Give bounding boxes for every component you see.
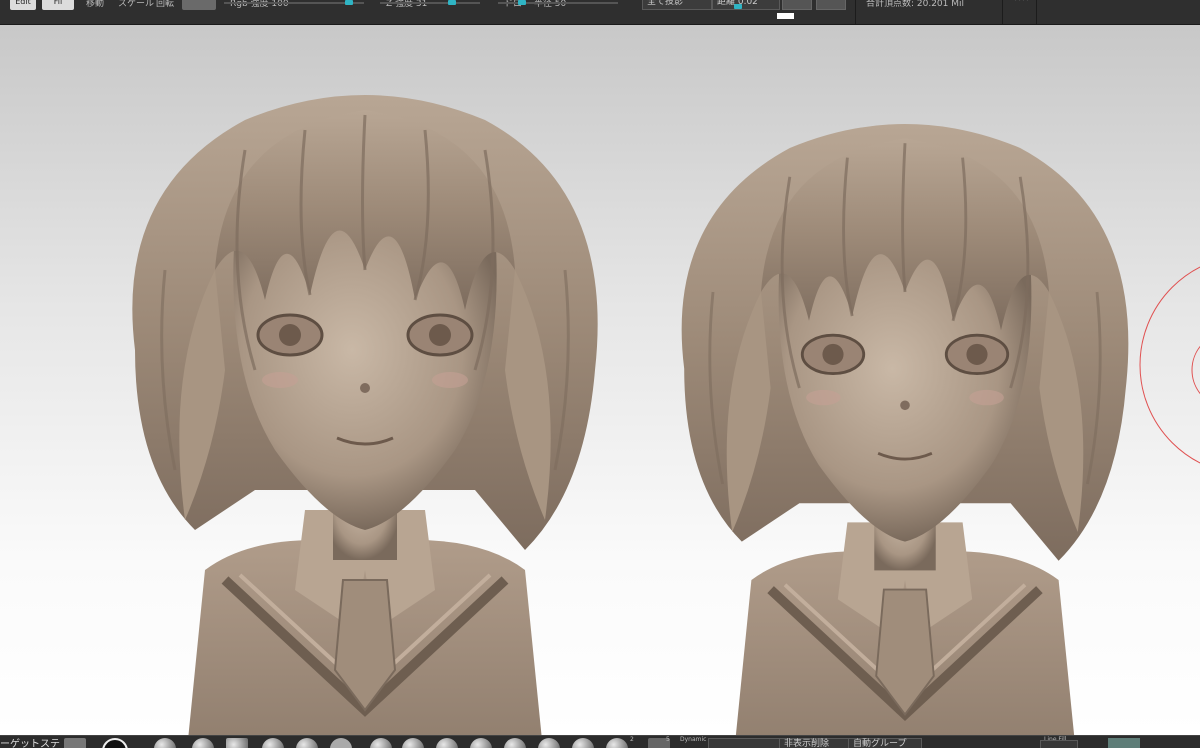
total-points: 合計頂点数: 20.201 Mil [866, 0, 965, 9]
brush-cursor-inner [1191, 345, 1200, 395]
project-all-button[interactable]: 全て投影 [642, 0, 712, 10]
move-button[interactable]: 移動 [86, 0, 104, 9]
slider-knob[interactable] [518, 0, 526, 5]
toggle-button[interactable] [782, 0, 812, 10]
count-label: 2 [630, 736, 634, 743]
slider-knob[interactable] [448, 0, 456, 5]
dynamic-label: Dynamic [680, 736, 707, 743]
slider-track [224, 2, 364, 4]
brush-cursor [1139, 266, 1200, 464]
z-intensity-slider[interactable]: Z 強度 31 [380, 0, 480, 9]
draw-size-slider[interactable]: ドロー 半径 50 [498, 0, 618, 9]
draw-button[interactable]: Fil [42, 0, 74, 10]
count-label: 5 [666, 736, 670, 743]
edit-button[interactable]: Edit [10, 0, 36, 10]
target-label: ーゲットステ [0, 739, 60, 748]
left-bust-model [132, 95, 597, 735]
bottom-toolbar: ーゲットステ 2 5 Dynamic 非表示削除 自動グループ Line Fil… [0, 735, 1200, 748]
sculpt-render [0, 25, 1200, 735]
rotate-button[interactable]: 回転 [156, 0, 174, 9]
scale-button[interactable]: スケール [118, 0, 154, 9]
slider-track [498, 2, 618, 4]
top-toolbar: Edit Fil 移動 スケール 回転 Rgb 強度 100 Z 強度 31 ド… [0, 0, 1200, 25]
toggle-button[interactable] [816, 0, 846, 10]
slider-knob[interactable] [734, 4, 742, 9]
divider [1036, 0, 1037, 24]
divider [855, 0, 856, 24]
right-bust-model [682, 124, 1129, 735]
viewport-canvas[interactable] [0, 25, 1200, 735]
divider [1002, 0, 1003, 24]
rgb-intensity-slider[interactable]: Rgb 強度 100 [224, 0, 364, 9]
distance-track [712, 0, 778, 9]
slider-track [380, 2, 480, 4]
mrgb-button[interactable] [182, 0, 216, 10]
slider-knob[interactable] [345, 0, 353, 5]
xyz-icon[interactable]: ✕✕ [1014, 0, 1029, 4]
color-swatch[interactable] [777, 13, 794, 19]
